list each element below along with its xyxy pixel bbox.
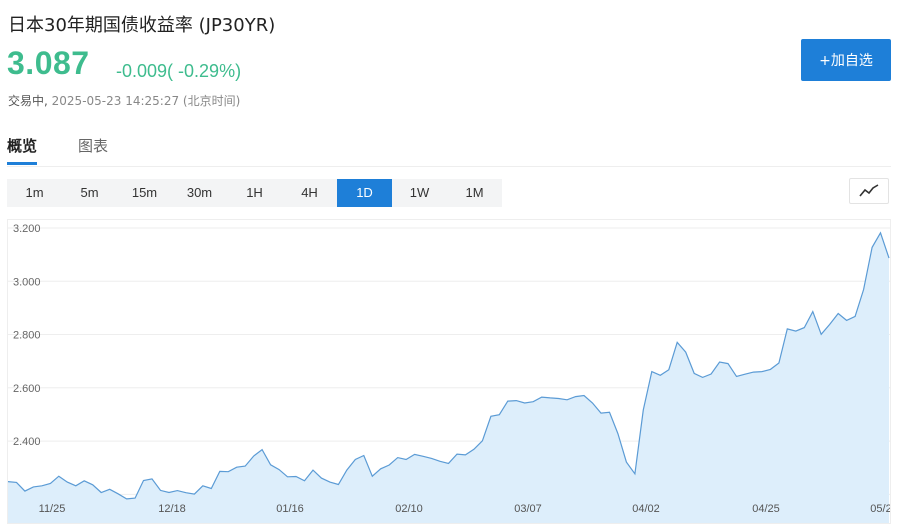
y-tick-label: 2.400 — [13, 436, 41, 448]
x-tick-label: 12/18 — [158, 503, 186, 515]
add-to-watchlist-button[interactable]: +加自选 — [801, 39, 891, 81]
tab-chart[interactable]: 图表 — [78, 135, 108, 156]
period-5m[interactable]: 5m — [62, 179, 117, 207]
chart-area: 2.2002.4002.6002.8003.0003.20011/2512/18… — [7, 219, 891, 524]
yield-chart: 2.2002.4002.6002.8003.0003.20011/2512/18… — [8, 223, 890, 523]
y-tick-label: 3.000 — [13, 276, 41, 288]
y-tick-label: 2.800 — [13, 330, 41, 342]
price-change: -0.009( -0.29%) — [116, 61, 241, 82]
period-15m[interactable]: 15m — [117, 179, 172, 207]
x-tick-label: 02/10 — [395, 503, 423, 515]
period-1m[interactable]: 1m — [7, 179, 62, 207]
period-1w[interactable]: 1W — [392, 179, 447, 207]
status-label: 交易中, — [8, 94, 48, 108]
x-tick-label: 11/25 — [39, 503, 66, 515]
x-tick-label: 05/2 — [870, 503, 890, 515]
page-title: 日本30年期国债收益率 (JP30YR) — [8, 15, 276, 36]
y-tick-label: 2.600 — [13, 383, 41, 395]
period-1mo[interactable]: 1M — [447, 179, 502, 207]
x-tick-label: 04/02 — [632, 503, 660, 515]
line-chart-icon — [859, 184, 879, 197]
x-tick-label: 03/07 — [514, 503, 542, 515]
timestamp: 2025-05-23 14:25:27 (北京时间) — [51, 94, 241, 108]
y-tick-label: 3.200 — [13, 223, 41, 235]
change-value: -0.009 — [116, 61, 168, 81]
current-price: 3.087 — [7, 45, 90, 81]
tab-bar: 概览 图表 — [7, 130, 891, 167]
period-4h[interactable]: 4H — [282, 179, 337, 207]
tab-overview[interactable]: 概览 — [7, 135, 38, 165]
trade-status: 交易中, 2025-05-23 14:25:27 (北京时间) — [8, 92, 240, 109]
x-tick-label: 01/16 — [276, 503, 304, 515]
chart-type-button[interactable] — [849, 178, 889, 204]
x-tick-label: 04/25 — [752, 503, 780, 515]
period-30m[interactable]: 30m — [172, 179, 227, 207]
period-1h[interactable]: 1H — [227, 179, 282, 207]
period-1d[interactable]: 1D — [337, 179, 392, 207]
period-selector: 1m 5m 15m 30m 1H 4H 1D 1W 1M — [7, 179, 502, 207]
series-area — [8, 232, 889, 523]
change-percent: ( -0.29%) — [167, 61, 242, 81]
